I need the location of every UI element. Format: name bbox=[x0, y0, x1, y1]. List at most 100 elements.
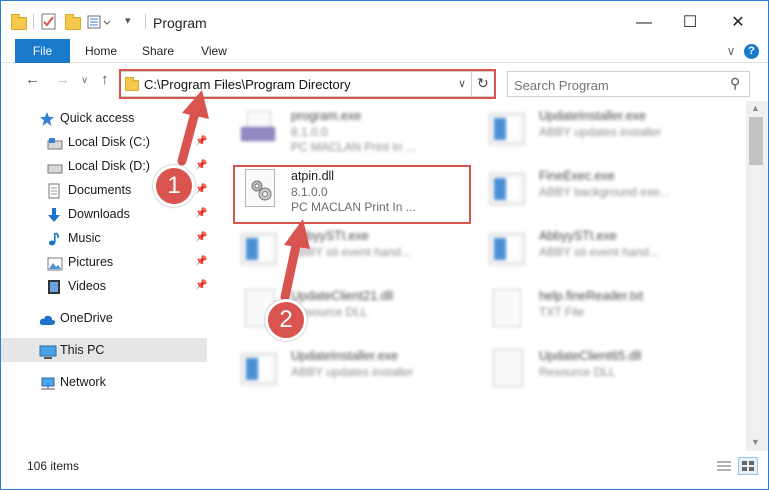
file-description: ABBY updates installer bbox=[291, 365, 414, 379]
customize-toolbar-icon[interactable] bbox=[87, 13, 111, 31]
recent-locations-button[interactable]: ∨ bbox=[81, 75, 88, 86]
file-list: program.exe 8.1.0.0 PC MACLAN Print In .… bbox=[211, 101, 746, 451]
sidebar-item-music[interactable]: Music 📌 bbox=[1, 226, 207, 250]
file-name: AbbyySTI.exe bbox=[539, 229, 617, 243]
expand-ribbon-button[interactable]: ∨ bbox=[723, 39, 739, 63]
tab-view[interactable]: View bbox=[197, 39, 231, 63]
tab-file[interactable]: File bbox=[15, 39, 70, 63]
cloud-icon bbox=[39, 311, 56, 325]
file-item-updateclient65-dll[interactable]: UpdateClient65.dll Resource DLL bbox=[483, 341, 718, 401]
file-version: 8.1.0.0 bbox=[291, 125, 328, 139]
setup-icon bbox=[235, 107, 281, 151]
step-1-badge: 1 bbox=[153, 165, 195, 207]
file-item-abbyysti-exe[interactable]: AbbyySTI.exe ABBY sti event hand... bbox=[235, 221, 470, 281]
pin-icon: 📌 bbox=[195, 208, 208, 219]
tiles-view-icon[interactable] bbox=[738, 457, 758, 475]
status-bar: 106 items bbox=[1, 451, 768, 489]
scroll-down-icon[interactable]: ▼ bbox=[751, 437, 760, 447]
maximize-button[interactable]: ☐ bbox=[667, 9, 713, 37]
app-icon bbox=[235, 227, 281, 271]
pin-icon: 📌 bbox=[195, 280, 208, 291]
file-item-updateinstaller-exe-2[interactable]: UpdateInstaller.exe ABBY updates install… bbox=[235, 341, 470, 401]
star-icon bbox=[39, 111, 54, 126]
music-icon bbox=[47, 231, 61, 246]
help-button[interactable]: ? bbox=[744, 44, 759, 59]
sidebar-item-onedrive[interactable]: OneDrive bbox=[1, 306, 207, 330]
ribbon-tabs: File Home Share View ∨ ? bbox=[1, 39, 768, 63]
close-button[interactable]: ✕ bbox=[715, 9, 761, 37]
item-count: 106 items bbox=[27, 459, 80, 473]
file-item-help-finereader-txt[interactable]: help.fineReader.txt TXT File bbox=[483, 281, 718, 341]
file-item-program-exe[interactable]: program.exe 8.1.0.0 PC MACLAN Print In .… bbox=[235, 101, 470, 161]
sidebar-item-label: Downloads bbox=[68, 207, 130, 221]
tab-home[interactable]: Home bbox=[81, 39, 121, 63]
pin-icon: 📌 bbox=[195, 184, 208, 195]
file-description: TXT File bbox=[539, 305, 585, 319]
file-name: help.fineReader.txt bbox=[539, 289, 644, 303]
address-highlight-box bbox=[119, 69, 496, 99]
pictures-icon bbox=[47, 255, 63, 271]
back-button[interactable]: ← bbox=[25, 71, 40, 88]
file-description: ABBY background exe... bbox=[539, 185, 670, 199]
file-name: UpdateInstaller.exe bbox=[291, 349, 399, 363]
tab-share[interactable]: Share bbox=[139, 39, 177, 63]
quick-access-dropdown-icon[interactable]: ▾ bbox=[125, 14, 137, 32]
file-description: ABBY sti event hand... bbox=[291, 245, 411, 259]
file-name: UpdateClient21.dll bbox=[291, 289, 394, 303]
file-highlight-box bbox=[233, 165, 471, 224]
folder-icon bbox=[11, 13, 27, 31]
sidebar-item-this-pc[interactable]: This PC bbox=[1, 338, 207, 362]
file-name: program.exe bbox=[291, 109, 362, 123]
file-description: ABBY sti event hand... bbox=[539, 245, 659, 259]
search-box[interactable]: ⚲ bbox=[507, 71, 750, 97]
file-name: FineExec.exe bbox=[539, 169, 615, 183]
file-item-fineexec-exe[interactable]: FineExec.exe ABBY background exe... bbox=[483, 161, 718, 221]
sidebar-item-local-disk-c[interactable]: Local Disk (C:) 📌 bbox=[1, 130, 207, 154]
file-item-updateinstaller-exe[interactable]: UpdateInstaller.exe ABBY updates install… bbox=[483, 101, 718, 161]
file-description: PC MACLAN Print In ... bbox=[291, 140, 416, 154]
forward-button[interactable]: → bbox=[55, 71, 70, 88]
drive-icon bbox=[47, 135, 63, 150]
pin-icon: 📌 bbox=[195, 256, 208, 267]
sidebar-item-pictures[interactable]: Pictures 📌 bbox=[1, 250, 207, 274]
minimize-button[interactable]: — bbox=[621, 9, 667, 37]
search-input[interactable] bbox=[514, 76, 724, 94]
pin-icon: 📌 bbox=[195, 160, 208, 171]
sidebar-item-label: Documents bbox=[68, 183, 132, 197]
scroll-up-icon[interactable]: ▲ bbox=[751, 103, 760, 113]
app-icon bbox=[483, 107, 529, 151]
scrollbar-thumb[interactable] bbox=[749, 117, 763, 165]
sidebar-item-network[interactable]: Network bbox=[1, 370, 207, 394]
sidebar-item-label: Quick access bbox=[60, 111, 135, 125]
step-2-badge: 2 bbox=[265, 299, 307, 341]
search-icon[interactable]: ⚲ bbox=[730, 75, 740, 92]
file-name: AbbyySTI.exe bbox=[291, 229, 369, 243]
window-title: Program bbox=[153, 15, 207, 31]
new-folder-icon[interactable] bbox=[65, 13, 81, 31]
navigation-pane: Quick access Local Disk (C:) 📌 Local Dis… bbox=[1, 101, 211, 451]
details-view-icon[interactable] bbox=[716, 459, 732, 476]
title-divider-2 bbox=[145, 14, 146, 29]
sidebar-item-label: Local Disk (D:) bbox=[68, 159, 150, 173]
sidebar-item-label: Local Disk (C:) bbox=[68, 135, 150, 149]
dll-gear-icon bbox=[483, 347, 529, 391]
app-icon bbox=[483, 167, 529, 211]
sidebar-item-quick-access[interactable]: Quick access bbox=[1, 106, 207, 130]
file-item-abbyysti-exe-2[interactable]: AbbyySTI.exe ABBY sti event hand... bbox=[483, 221, 718, 281]
pin-icon: 📌 bbox=[195, 232, 208, 243]
download-icon bbox=[47, 207, 61, 222]
network-icon bbox=[39, 375, 55, 390]
file-description: Resource DLL bbox=[539, 365, 616, 379]
sidebar-item-videos[interactable]: Videos 📌 bbox=[1, 274, 207, 298]
vertical-scrollbar[interactable]: ▲ ▼ bbox=[746, 101, 768, 451]
pin-icon: 📌 bbox=[195, 136, 208, 147]
up-button[interactable]: ↑ bbox=[101, 71, 109, 88]
title-divider bbox=[33, 14, 34, 29]
sidebar-item-label: Videos bbox=[68, 279, 106, 293]
file-name: UpdateInstaller.exe bbox=[539, 109, 647, 123]
properties-icon[interactable] bbox=[41, 13, 57, 31]
title-bar: ▾ Program — ☐ ✕ bbox=[1, 1, 768, 39]
address-row: ← → ∨ ↑ C:\Program Files\Program Directo… bbox=[1, 63, 768, 101]
file-name: UpdateClient65.dll bbox=[539, 349, 642, 363]
sidebar-item-label: Music bbox=[68, 231, 101, 245]
